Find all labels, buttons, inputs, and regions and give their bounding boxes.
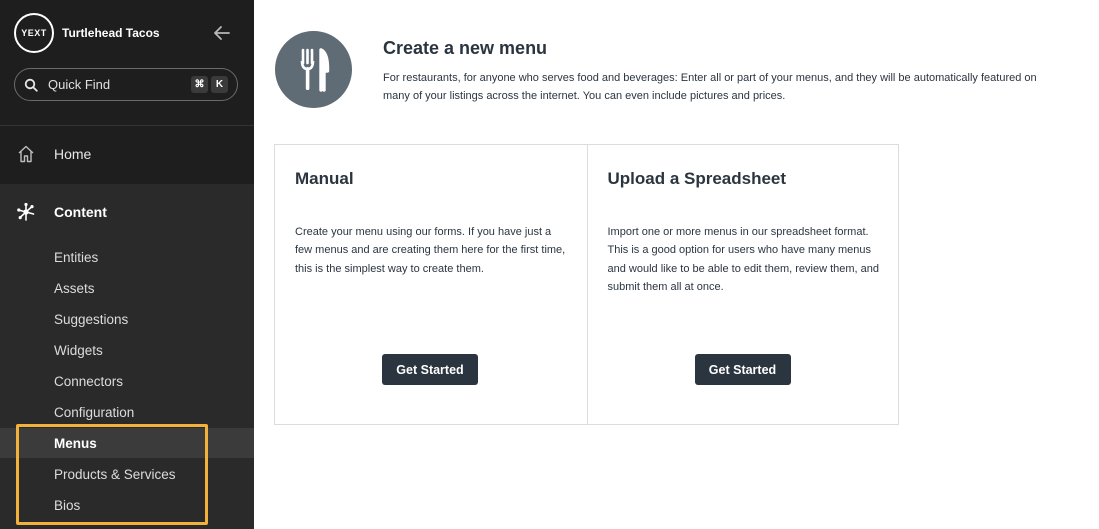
sidebar-item-content[interactable]: Content (0, 186, 254, 238)
yext-logo: YEXT (14, 13, 54, 53)
sidebar-item-home[interactable]: Home (0, 128, 254, 180)
search-icon (24, 78, 38, 92)
sidebar: YEXT Turtlehead Tacos Quick Find ⌘ K Hom… (0, 0, 254, 529)
home-icon (18, 145, 34, 163)
sidebar-item-label: Content (54, 204, 107, 220)
main-content: Create a new menu For restaurants, for a… (254, 0, 1099, 529)
manual-get-started-button[interactable]: Get Started (382, 354, 478, 385)
fork-knife-icon (300, 47, 329, 92)
k-key-badge: K (211, 76, 228, 93)
card-title: Upload a Spreadsheet (607, 169, 787, 188)
sidebar-item-configuration[interactable]: Configuration (0, 397, 254, 427)
sidebar-item-products-services[interactable]: Products & Services (0, 459, 254, 489)
menu-creation-options: Manual Create your menu using our forms.… (274, 144, 899, 425)
card-description: Import one or more menus in our spreadsh… (607, 226, 880, 293)
sidebar-item-connectors[interactable]: Connectors (0, 366, 254, 396)
quick-find-input[interactable]: Quick Find ⌘ K (14, 68, 238, 101)
hero-icon-circle (275, 31, 352, 108)
search-placeholder: Quick Find (48, 77, 111, 92)
spreadsheet-option-card: Upload a Spreadsheet Import one or more … (586, 145, 899, 424)
command-key-badge: ⌘ (191, 76, 208, 93)
page-description: For restaurants, for anyone who serves f… (383, 72, 1037, 102)
content-graph-icon (17, 202, 35, 221)
collapse-sidebar-button[interactable] (212, 24, 232, 42)
sidebar-item-bios[interactable]: Bios (0, 490, 254, 520)
app-window: YEXT Turtlehead Tacos Quick Find ⌘ K Hom… (0, 0, 1099, 529)
card-title: Manual (295, 169, 354, 188)
card-description: Create your menu using our forms. If you… (295, 226, 566, 275)
sidebar-item-suggestions[interactable]: Suggestions (0, 304, 254, 334)
sidebar-divider (0, 125, 254, 126)
page-title: Create a new menu (383, 38, 548, 58)
logo-text: YEXT (21, 28, 47, 38)
spreadsheet-get-started-button[interactable]: Get Started (694, 354, 791, 385)
brand[interactable]: YEXT Turtlehead Tacos (14, 13, 160, 53)
account-name: Turtlehead Tacos (62, 26, 160, 40)
sidebar-item-assets[interactable]: Assets (0, 273, 254, 303)
sidebar-item-menus[interactable]: Menus (0, 428, 254, 458)
sidebar-item-entities[interactable]: Entities (0, 242, 254, 272)
sidebar-item-widgets[interactable]: Widgets (0, 335, 254, 365)
manual-option-card: Manual Create your menu using our forms.… (275, 145, 587, 424)
sidebar-item-label: Home (54, 146, 92, 162)
arrow-left-icon (214, 26, 230, 40)
